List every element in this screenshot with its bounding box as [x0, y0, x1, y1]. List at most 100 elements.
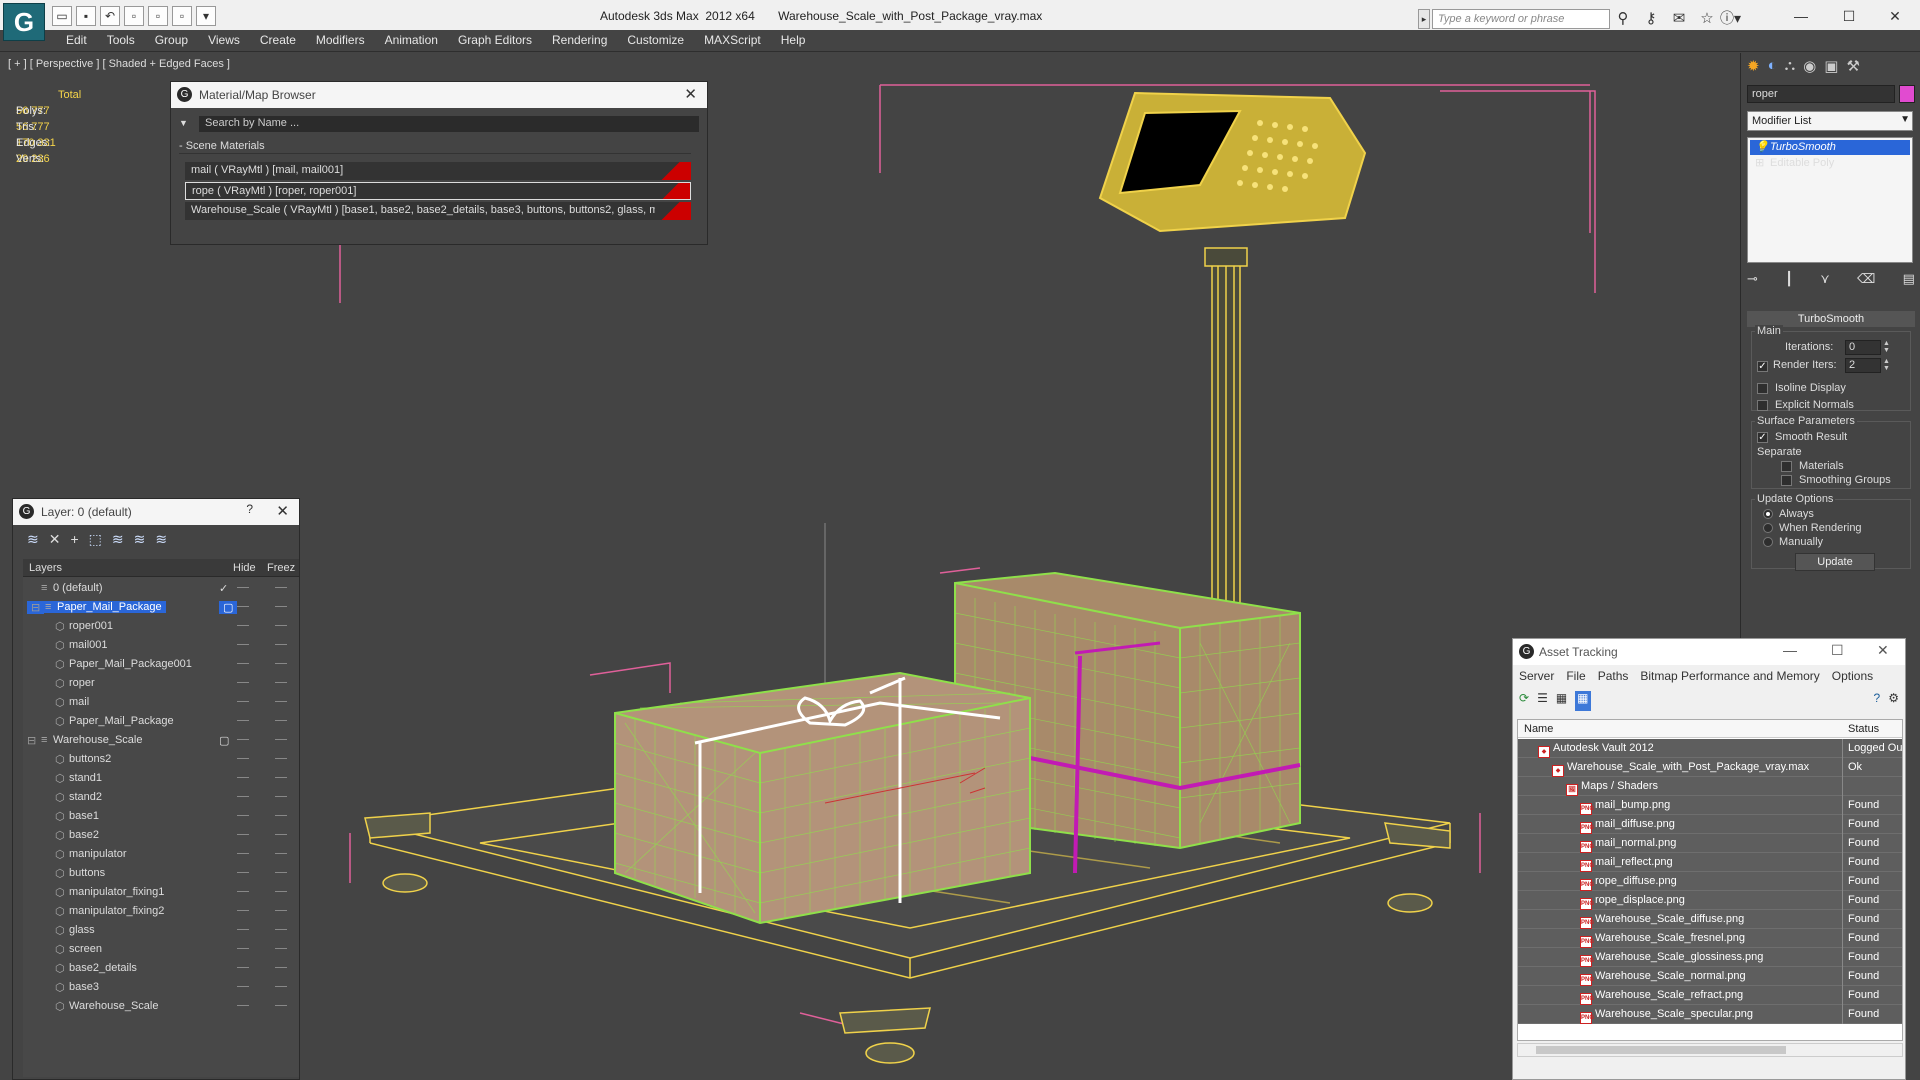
asset-row[interactable]: PNGmail_reflect.png Found — [1518, 853, 1902, 872]
close-icon[interactable]: ✕ — [276, 502, 289, 520]
modifier-list-dropdown[interactable]: Modifier List ▼ — [1747, 111, 1913, 131]
favorites-star-icon[interactable]: ☆ — [1696, 9, 1718, 29]
hide-toggle[interactable] — [237, 834, 249, 835]
freeze-toggle[interactable] — [275, 948, 287, 949]
menu-options[interactable]: Options — [1832, 669, 1873, 683]
scene-materials-header[interactable]: - Scene Materials — [179, 140, 691, 154]
separate-smoothing-groups-checkbox[interactable] — [1781, 475, 1792, 486]
hide-toggle[interactable] — [237, 682, 249, 683]
expand-plus-icon[interactable]: ⊞ — [1755, 156, 1764, 169]
hide-all-layers-icon[interactable]: ≋ — [134, 531, 146, 548]
expand-minus-icon[interactable]: ⊟ — [27, 734, 36, 747]
freeze-toggle[interactable] — [275, 986, 287, 987]
motion-tab-icon[interactable]: ◉ — [1803, 57, 1816, 75]
layer-row[interactable]: ⬡ screen — [23, 940, 299, 959]
menu-create[interactable]: Create — [250, 30, 306, 51]
make-unique-icon[interactable]: ⋎ — [1820, 271, 1830, 287]
layer-row[interactable]: ⬡ stand2 — [23, 788, 299, 807]
undo-icon[interactable]: ↶ — [100, 6, 120, 26]
display-tab-icon[interactable]: ▣ — [1824, 57, 1838, 75]
asset-row[interactable]: PNGrope_displace.png Found — [1518, 891, 1902, 910]
close-icon[interactable]: ✕ — [684, 85, 697, 103]
help-icon[interactable]: ⓘ▾ — [1720, 8, 1741, 28]
asset-row[interactable]: PNGWarehouse_Scale_diffuse.png Found — [1518, 910, 1902, 929]
asset-row[interactable]: PNGWarehouse_Scale_normal.png Found — [1518, 967, 1902, 986]
asset-row[interactable]: PNGmail_diffuse.png Found — [1518, 815, 1902, 834]
menu-animation[interactable]: Animation — [375, 30, 448, 51]
stack-item-turbosmooth[interactable]: 💡 TurboSmooth — [1750, 140, 1910, 155]
freeze-toggle[interactable] — [275, 701, 287, 702]
freeze-toggle[interactable] — [275, 929, 287, 930]
hide-toggle[interactable] — [237, 644, 249, 645]
freeze-toggle[interactable] — [275, 625, 287, 626]
binoculars-icon[interactable]: ⚲ — [1612, 9, 1634, 29]
update-always-radio[interactable] — [1763, 509, 1773, 519]
render-iters-spinner[interactable]: 2 — [1845, 358, 1881, 373]
layer-row[interactable]: ⬡ manipulator_fixing1 — [23, 883, 299, 902]
search-expand-icon[interactable]: ▸ — [1418, 9, 1430, 29]
hide-toggle[interactable] — [237, 701, 249, 702]
freeze-toggle[interactable] — [275, 891, 287, 892]
layer-collapse-icon[interactable]: ▢ — [219, 734, 229, 747]
viewport-label[interactable]: [ + ] [ Perspective ] [ Shaded + Edged F… — [8, 58, 230, 70]
column-hide[interactable]: Hide — [233, 562, 256, 574]
material-row[interactable]: mail ( VRayMtl ) [mail, mail001] — [185, 162, 691, 180]
material-browser-titlebar[interactable]: G Material/Map Browser ✕ — [171, 82, 707, 108]
menu-help[interactable]: Help — [771, 30, 816, 51]
search-options-icon[interactable]: ▼ — [179, 118, 188, 128]
hide-toggle[interactable] — [237, 720, 249, 721]
render-iters-checkbox[interactable]: ✓ — [1757, 361, 1768, 372]
utilities-tab-icon[interactable]: ⚒ — [1846, 57, 1859, 75]
hide-toggle[interactable] — [237, 853, 249, 854]
freeze-toggle[interactable] — [275, 606, 287, 607]
tree-view-icon[interactable]: ▦ — [1556, 691, 1567, 711]
asset-row[interactable]: PNGWarehouse_Scale_refract.png Found — [1518, 986, 1902, 1005]
object-color-swatch[interactable] — [1899, 85, 1915, 103]
hide-toggle[interactable] — [237, 948, 249, 949]
menu-views[interactable]: Views — [198, 30, 250, 51]
layer-row[interactable]: ⬡ buttons2 — [23, 750, 299, 769]
key-icon[interactable]: ⚷ — [1640, 9, 1662, 29]
minimize-button[interactable]: — — [1778, 4, 1824, 28]
material-row[interactable]: Warehouse_Scale ( VRayMtl ) [base1, base… — [185, 202, 691, 220]
layer-row[interactable]: ⬡ roper001 — [23, 617, 299, 636]
update-button[interactable]: Update — [1795, 553, 1875, 571]
layer-row[interactable]: ⬡ Paper_Mail_Package001 — [23, 655, 299, 674]
project-folder-icon[interactable]: ▫ — [172, 6, 192, 26]
delete-layer-icon[interactable]: ✕ — [49, 531, 61, 548]
menu-file[interactable]: File — [1566, 669, 1585, 683]
select-in-layer-icon[interactable]: ⬚ — [89, 531, 102, 548]
material-search-input[interactable]: Search by Name ... — [199, 116, 699, 132]
layer-row[interactable]: ⬡ roper — [23, 674, 299, 693]
app-logo-button[interactable]: G — [3, 3, 45, 41]
layer-row[interactable]: ⬡ Paper_Mail_Package — [23, 712, 299, 731]
column-status[interactable]: Status — [1848, 723, 1879, 735]
column-layers[interactable]: Layers — [29, 562, 62, 574]
close-icon[interactable]: ✕ — [1877, 642, 1889, 659]
freeze-toggle[interactable] — [275, 720, 287, 721]
hide-toggle[interactable] — [237, 910, 249, 911]
hide-toggle[interactable] — [237, 929, 249, 930]
hierarchy-tab-icon[interactable]: ⛬ — [1785, 57, 1796, 75]
configure-modifier-sets-icon[interactable]: ▤ — [1903, 271, 1915, 287]
asset-row[interactable]: PNGWarehouse_Scale_glossiness.png Found — [1518, 948, 1902, 967]
freeze-toggle[interactable] — [275, 853, 287, 854]
hold-icon[interactable]: ▫ — [124, 6, 144, 26]
layer-manager-titlebar[interactable]: G Layer: 0 (default) ? ✕ — [13, 499, 299, 525]
hide-toggle[interactable] — [237, 606, 249, 607]
iterations-spinner[interactable]: 0 — [1845, 340, 1881, 355]
freeze-toggle[interactable] — [275, 758, 287, 759]
minimize-icon[interactable]: — — [1783, 642, 1797, 658]
layer-row[interactable]: ≡ 0 (default) ✓ — [23, 579, 299, 598]
asset-row[interactable]: 🖼 Maps / Shaders — [1518, 777, 1902, 796]
create-tab-icon[interactable]: ✹ — [1747, 57, 1760, 75]
freeze-toggle[interactable] — [275, 587, 287, 588]
layer-row[interactable]: ⬡ glass — [23, 921, 299, 940]
freeze-toggle[interactable] — [275, 815, 287, 816]
update-when-rendering-radio[interactable] — [1763, 523, 1773, 533]
hide-toggle[interactable] — [237, 663, 249, 664]
maximize-button[interactable]: ☐ — [1826, 4, 1872, 28]
layer-row[interactable]: ≡ Warehouse_Scale ▢ ⊟ — [23, 731, 299, 750]
stack-item-editable-poly[interactable]: ⊞ Editable Poly — [1750, 156, 1910, 171]
pin-stack-icon[interactable]: ⊸ — [1747, 271, 1758, 287]
